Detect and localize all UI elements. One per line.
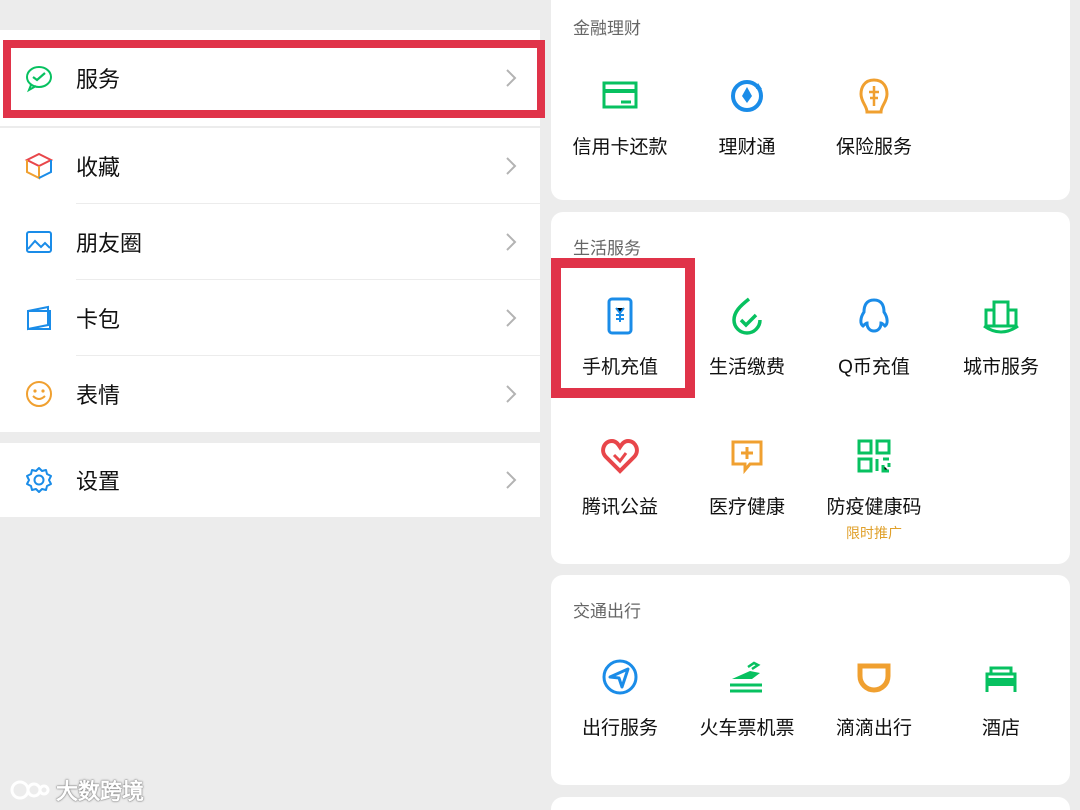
health-code-icon	[852, 434, 896, 478]
service-label: 生活缴费	[708, 357, 785, 378]
service-label: 保险服务	[835, 137, 912, 158]
service-label: 滴滴出行	[835, 718, 912, 739]
service-utility-payment[interactable]: 生活缴费	[683, 294, 811, 379]
service-insurance[interactable]: 保险服务	[810, 74, 938, 159]
wealth-icon	[725, 74, 769, 118]
menu-label: 服务	[76, 67, 121, 92]
watermark-logo-icon	[10, 780, 50, 800]
service-travel[interactable]: 出行服务	[556, 655, 684, 740]
service-hotel[interactable]: 酒店	[937, 655, 1065, 740]
hotel-icon	[979, 655, 1023, 699]
card-finance: 金融理财 信用卡还款 理财通 保险服务	[551, 0, 1070, 200]
travel-icon	[598, 655, 642, 699]
medical-icon	[725, 434, 769, 478]
service-label: 腾讯公益	[581, 497, 658, 518]
cube-icon	[20, 147, 58, 185]
menu-item-card-wallet[interactable]: 卡包	[0, 280, 540, 356]
chevron-right-icon	[506, 309, 517, 327]
section-title: 生活服务	[573, 239, 641, 258]
menu-item-stickers[interactable]: 表情	[0, 356, 540, 432]
service-label: 手机充值	[581, 357, 658, 378]
me-menu-panel: 服务 收藏 朋友圈 卡包 表情 设置 大数跨境	[0, 0, 545, 810]
service-charity[interactable]: 腾讯公益	[556, 434, 684, 519]
credit-card-repay-icon	[598, 74, 642, 118]
gear-icon	[20, 461, 58, 499]
service-label: 理财通	[718, 137, 776, 158]
services-icon	[20, 59, 58, 97]
chevron-right-icon	[506, 69, 517, 87]
section-title: 金融理财	[573, 19, 641, 38]
menu-item-settings[interactable]: 设置	[0, 443, 540, 517]
service-label: Q币充值	[838, 357, 910, 378]
city-service-icon	[979, 294, 1023, 338]
service-credit-card-repay[interactable]: 信用卡还款	[556, 74, 684, 159]
menu-label: 卡包	[76, 307, 121, 332]
service-train-plane[interactable]: 火车票机票	[683, 655, 811, 740]
service-medical[interactable]: 医疗健康	[683, 434, 811, 519]
menu-group-main: 收藏 朋友圈 卡包 表情	[0, 128, 540, 432]
promo-tag: 限时推广	[846, 525, 902, 541]
menu-group-services: 服务	[0, 30, 540, 126]
service-city[interactable]: 城市服务	[937, 294, 1065, 379]
smiley-icon	[20, 375, 58, 413]
card-next-partial	[551, 797, 1070, 810]
card-life-services: 生活服务 手机充值 生活缴费 Q币充值 城市服务 腾讯公益 医疗健康 防疫健康码…	[551, 212, 1070, 564]
utility-payment-icon	[725, 294, 769, 338]
watermark-text: 大数跨境	[56, 779, 145, 804]
menu-item-moments[interactable]: 朋友圈	[0, 204, 540, 280]
didi-icon	[852, 655, 896, 699]
menu-label: 朋友圈	[76, 231, 143, 256]
service-label: 出行服务	[581, 718, 658, 739]
train-plane-icon	[725, 655, 769, 699]
image-icon	[20, 223, 58, 261]
chevron-right-icon	[506, 385, 517, 403]
service-label: 城市服务	[962, 357, 1039, 378]
chevron-right-icon	[506, 471, 517, 489]
service-didi[interactable]: 滴滴出行	[810, 655, 938, 740]
menu-label: 表情	[76, 383, 121, 408]
watermark: 大数跨境	[10, 774, 144, 806]
menu-item-favorites[interactable]: 收藏	[0, 128, 540, 204]
service-label: 医疗健康	[708, 497, 785, 518]
service-label: 火车票机票	[699, 718, 795, 739]
chevron-right-icon	[506, 157, 517, 175]
menu-label: 收藏	[76, 155, 121, 180]
service-health-code[interactable]: 防疫健康码 限时推广	[810, 434, 938, 543]
service-label: 酒店	[981, 718, 1020, 739]
qcoin-icon	[852, 294, 896, 338]
insurance-icon	[852, 74, 896, 118]
menu-label: 设置	[76, 469, 121, 494]
menu-group-settings: 设置	[0, 443, 540, 517]
service-wealth[interactable]: 理财通	[683, 74, 811, 159]
service-label: 信用卡还款	[572, 137, 668, 158]
section-title: 交通出行	[573, 602, 641, 621]
card-wallet-icon	[20, 299, 58, 337]
card-transport: 交通出行 出行服务 火车票机票 滴滴出行 酒店	[551, 575, 1070, 785]
chevron-right-icon	[506, 233, 517, 251]
service-phone-recharge[interactable]: 手机充值	[556, 294, 684, 379]
service-qcoin[interactable]: Q币充值	[810, 294, 938, 379]
service-label: 防疫健康码	[826, 497, 922, 518]
phone-recharge-icon	[598, 294, 642, 338]
charity-heart-icon	[598, 434, 642, 478]
menu-item-services[interactable]: 服务	[0, 30, 540, 126]
